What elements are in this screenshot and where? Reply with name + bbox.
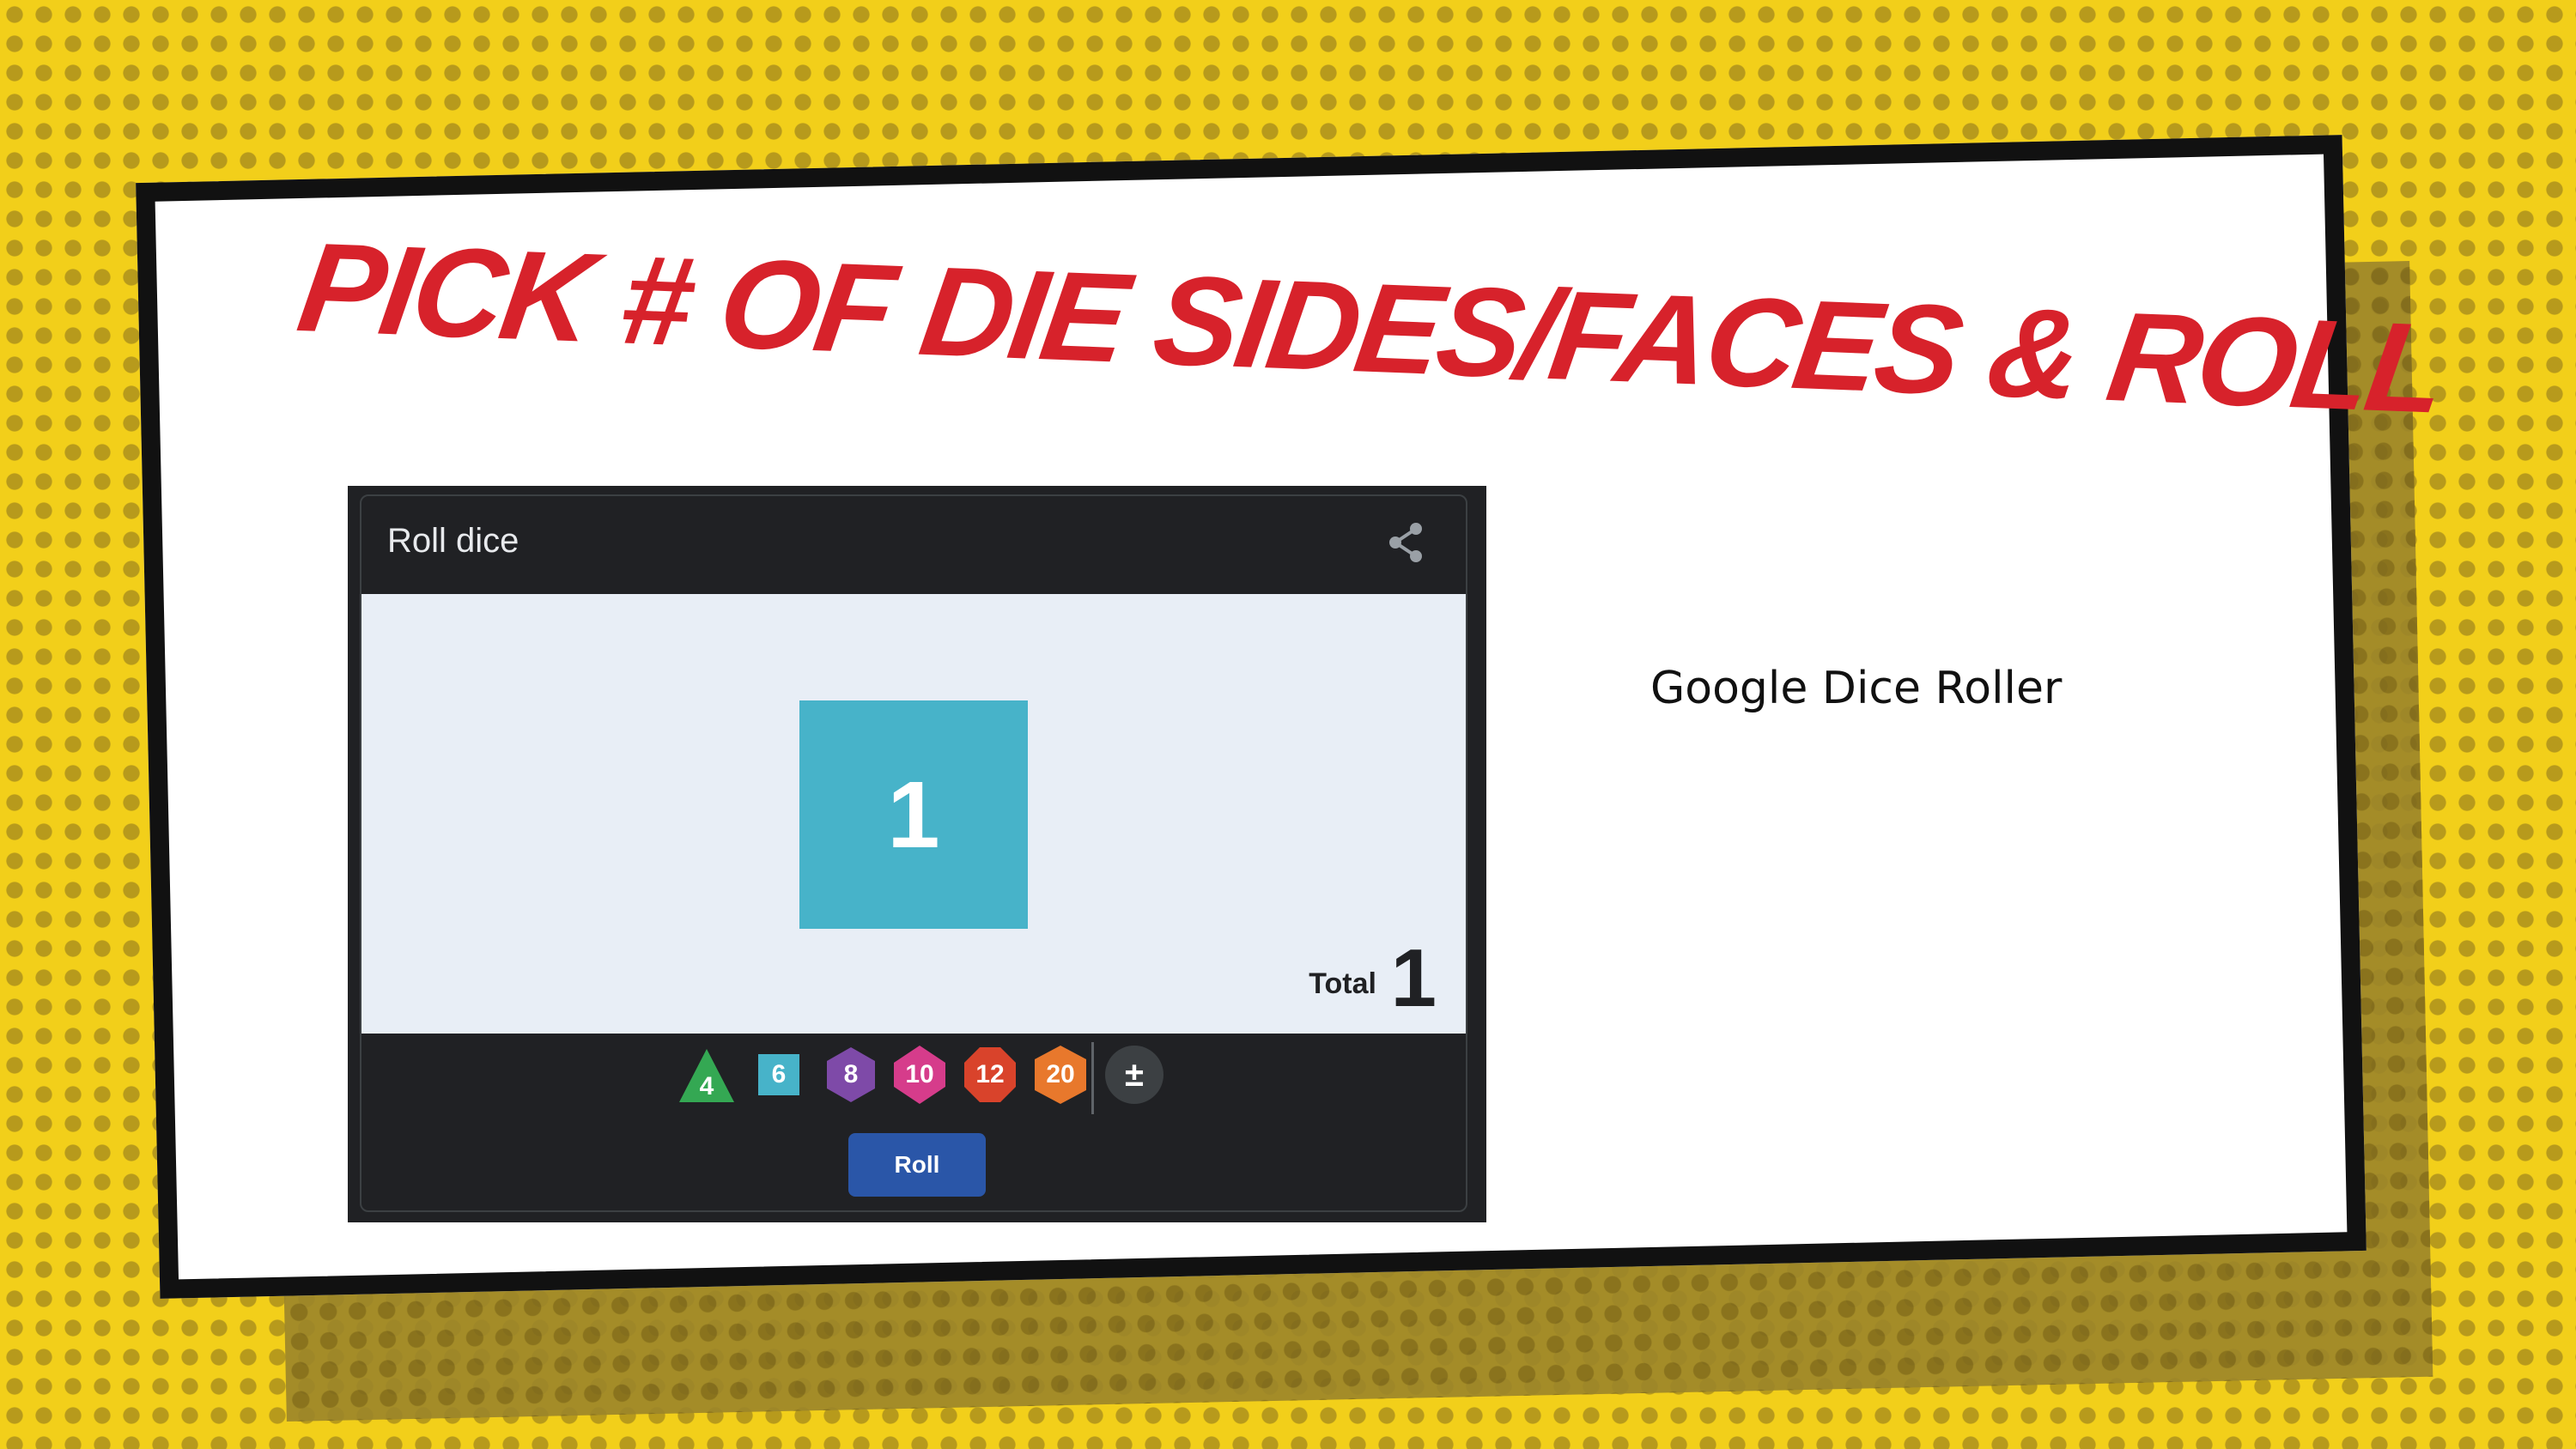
share-icon[interactable] bbox=[1385, 518, 1428, 567]
d4-button[interactable]: 4 bbox=[676, 1042, 738, 1107]
d20-button[interactable]: 20 bbox=[1030, 1042, 1091, 1107]
d20-label: 20 bbox=[1046, 1060, 1075, 1088]
d8-label: 8 bbox=[843, 1060, 859, 1088]
d6-label: 6 bbox=[771, 1060, 787, 1088]
dice-roller-title: Roll dice bbox=[387, 522, 519, 560]
d10-label: 10 bbox=[905, 1060, 934, 1088]
result-die: 1 bbox=[799, 700, 1028, 929]
d6-button[interactable]: 6 bbox=[748, 1042, 810, 1107]
total-label: Total bbox=[1309, 967, 1376, 1000]
dice-roller-header: Roll dice bbox=[361, 496, 1466, 594]
slide-caption: Google Dice Roller bbox=[1650, 663, 2063, 714]
dice-selector-bar: 4 6 8 10 12 20 ± bbox=[361, 1034, 1466, 1128]
d12-label: 12 bbox=[975, 1060, 1005, 1088]
d10-button[interactable]: 10 bbox=[889, 1042, 951, 1107]
modifier-button[interactable]: ± bbox=[1103, 1042, 1165, 1107]
d8-button[interactable]: 8 bbox=[820, 1042, 882, 1107]
total-value: 1 bbox=[1390, 932, 1437, 1024]
roll-button[interactable]: Roll bbox=[848, 1133, 986, 1197]
dice-divider bbox=[1091, 1042, 1094, 1114]
plus-minus-icon: ± bbox=[1125, 1055, 1144, 1094]
d12-button[interactable]: 12 bbox=[959, 1042, 1021, 1107]
dice-roller-screenshot: Roll dice 1 Total 1 4 6 8 10 12 20 ± Rol… bbox=[348, 486, 1486, 1222]
roll-result-area: 1 Total 1 bbox=[361, 594, 1466, 1034]
d4-label: 4 bbox=[699, 1072, 714, 1100]
dice-roller-card: Roll dice 1 Total 1 4 6 8 10 12 20 ± Rol… bbox=[360, 494, 1467, 1212]
